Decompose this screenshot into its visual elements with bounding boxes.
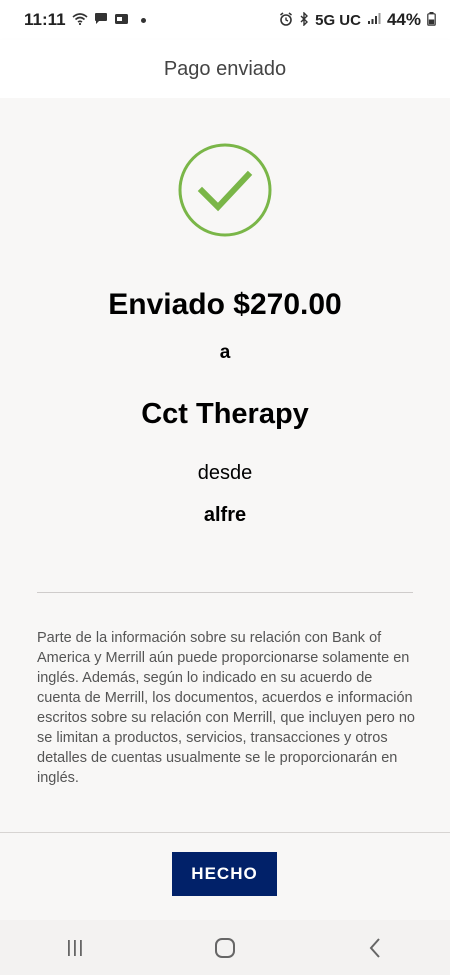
status-left: 11:11: [24, 10, 146, 30]
recent-apps-icon[interactable]: [45, 928, 105, 968]
from-label: desde: [197, 462, 253, 484]
card-icon: [114, 13, 129, 28]
sent-amount: Enviado $270.00: [108, 288, 342, 321]
signal-icon: [367, 12, 381, 28]
status-right: 5G UC 44%: [279, 10, 436, 30]
divider: [37, 592, 413, 593]
footer: HECHO: [0, 832, 450, 921]
battery-percent: 44%: [386, 10, 421, 29]
system-nav-bar: [0, 920, 450, 975]
status-time: 11:11: [24, 10, 66, 29]
notification-dot-icon: [140, 17, 146, 23]
home-icon[interactable]: [195, 928, 255, 968]
language-disclaimer: Parte de la información sobre su relació…: [37, 630, 415, 786]
sender-account: alfre: [203, 504, 247, 526]
chat-icon: [94, 12, 108, 28]
bluetooth-icon: [299, 10, 309, 29]
wifi-icon: [72, 12, 88, 28]
done-button[interactable]: HECHO: [172, 852, 277, 896]
battery-icon: [427, 11, 436, 29]
alarm-icon: [279, 11, 293, 29]
status-bar: 11:11 5G UC 44%: [0, 0, 450, 40]
to-label: a: [219, 342, 231, 363]
checkmark-circle-icon: [178, 143, 272, 237]
confirmation-panel: Enviado $270.00 a Cct Therapy desde alfr…: [0, 98, 450, 833]
network-type: 5G UC: [315, 11, 361, 29]
back-icon[interactable]: [345, 928, 405, 968]
recipient-name: Cct Therapy: [141, 398, 309, 430]
header: Pago enviado: [0, 40, 450, 98]
page-title: Pago enviado: [163, 57, 287, 80]
